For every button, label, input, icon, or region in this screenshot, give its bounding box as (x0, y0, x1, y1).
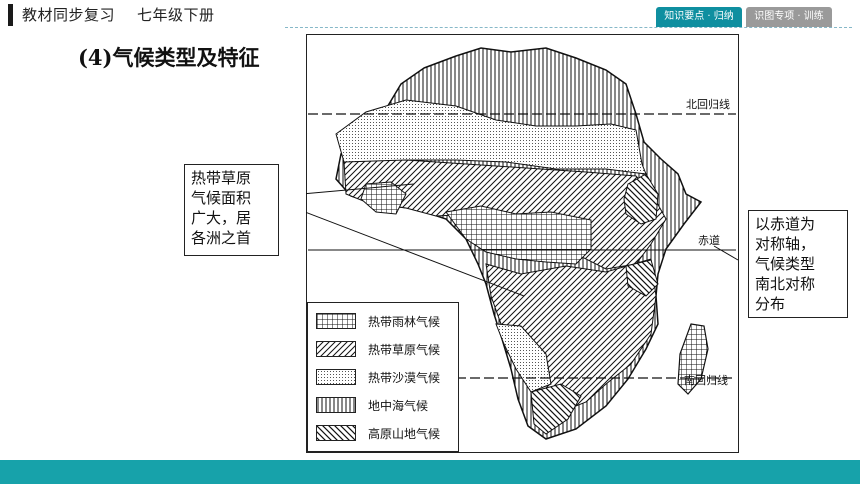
course-label: 教材同步复习 (22, 6, 116, 24)
legend-swatch-savanna (316, 341, 356, 357)
legend-label: 地中海气候 (368, 399, 429, 413)
bottom-bar (0, 460, 860, 484)
callout-right-leader (713, 245, 739, 261)
header-divider (285, 27, 852, 28)
savanna-callout: 热带草原 气候面积 广大，居 各洲之首 (184, 164, 279, 256)
tropic-of-cancer-label: 北回归线 (686, 97, 730, 111)
legend-swatch-highland (316, 425, 356, 441)
top-bar: 教材同步复习 七年级下册 知识要点 · 归纳 识图专项 · 训练 (0, 0, 860, 30)
tab-map-training[interactable]: 识图专项 · 训练 (746, 7, 832, 27)
climate-legend: 热带雨林气候 热带草原气候 热带沙漠气候 地中海气候 高原山地气候 (307, 302, 459, 452)
legend-item-mediterranean: 地中海气候 (316, 395, 461, 415)
legend-label: 高原山地气候 (368, 427, 441, 441)
legend-label: 热带沙漠气候 (368, 371, 441, 385)
legend-item-desert: 热带沙漠气候 (316, 367, 461, 387)
header-mark (8, 4, 13, 26)
header-title: 教材同步复习 七年级下册 (22, 4, 215, 25)
legend-label: 热带草原气候 (368, 343, 441, 357)
legend-item-savanna: 热带草原气候 (316, 339, 461, 359)
tropic-of-capricorn-label: 南回归线 (684, 373, 728, 387)
legend-swatch-rainforest (316, 313, 356, 329)
grade-label: 七年级下册 (137, 6, 215, 24)
legend-swatch-desert (316, 369, 356, 385)
equator-symmetry-callout: 以赤道为 对称轴， 气候类型 南北对称 分布 (748, 210, 848, 318)
legend-item-highland: 高原山地气候 (316, 423, 461, 443)
section-title: (4)气候类型及特征 (78, 45, 260, 70)
equator-label: 赤道 (698, 233, 720, 247)
tab-knowledge-summary[interactable]: 知识要点 · 归纳 (656, 7, 742, 27)
legend-item-rainforest: 热带雨林气候 (316, 311, 461, 331)
legend-swatch-mediterranean (316, 397, 356, 413)
legend-label: 热带雨林气候 (368, 315, 441, 329)
